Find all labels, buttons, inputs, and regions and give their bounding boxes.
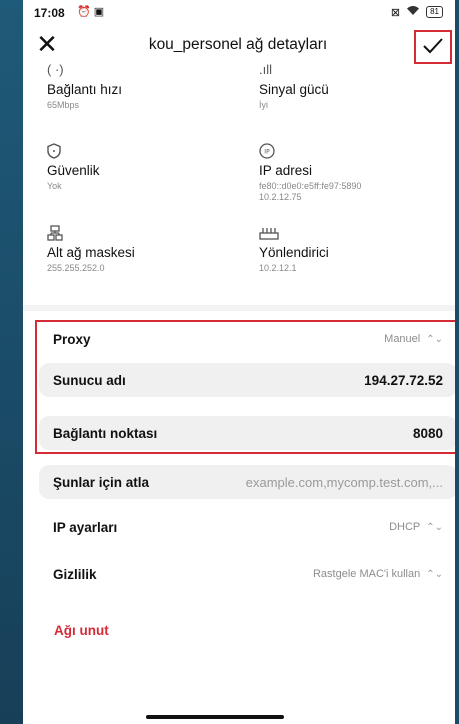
status-right-icons: ⊠ 81: [391, 5, 443, 19]
bypass-placeholder: example.com,mycomp.test.com,...: [245, 474, 443, 490]
top-bar: ✕ kou_personel ağ detayları: [23, 28, 455, 64]
privacy-row[interactable]: Gizlilik Rastgele MAC'i kullan ⌃⌄: [39, 557, 455, 591]
close-button[interactable]: ✕: [31, 28, 63, 62]
port-field[interactable]: Bağlantı noktası 8080: [39, 416, 455, 450]
ipv6-value: fe80::d0e0:e5ff:fe97:5890: [259, 181, 362, 191]
signal-value: İyi: [259, 100, 268, 110]
proxy-label: Proxy: [53, 331, 91, 347]
link-speed-value: 65Mbps: [47, 100, 80, 110]
status-bar: 17:08 ⏰ ▣ ⊠ 81: [23, 0, 455, 26]
server-name-field[interactable]: Sunucu adı 194.27.72.52: [39, 363, 455, 397]
ip-settings-row[interactable]: IP ayarları DHCP ⌃⌄: [39, 510, 455, 544]
svg-text:IP: IP: [264, 149, 270, 156]
forget-network-button[interactable]: Ağı unut: [54, 623, 109, 638]
bypass-field[interactable]: Şunlar için atla example.com,mycomp.test…: [39, 465, 455, 499]
subnet-value: 255.255.252.0: [47, 263, 105, 273]
background-strip-right: [455, 0, 459, 724]
link-speed-label: Bağlantı hızı: [47, 82, 123, 97]
port-value: 8080: [412, 425, 443, 441]
subnet-item: Alt ağ maskesi 255.255.252.0: [47, 225, 135, 274]
chevron-updown-icon: ⌃⌄: [426, 568, 443, 580]
mute-icon: ⊠: [390, 6, 401, 19]
router-label: Yönlendirici: [259, 245, 329, 260]
wifi-icon: [406, 5, 420, 19]
shield-icon: [47, 143, 100, 161]
background-strip-left: [0, 0, 23, 724]
security-label: Güvenlik: [47, 163, 100, 178]
chevron-updown-icon: ⌃⌄: [426, 333, 443, 345]
subnet-label: Alt ağ maskesi: [47, 245, 135, 260]
status-time: 17:08: [34, 6, 65, 20]
port-label: Bağlantı noktası: [53, 425, 158, 441]
signal-label: Sinyal gücü: [259, 82, 329, 97]
ip-settings-label: IP ayarları: [53, 519, 118, 535]
link-speed-icon: ( ·): [47, 62, 64, 77]
signal-item: .ıll Sinyal gücü İyi: [259, 62, 329, 111]
chevron-updown-icon: ⌃⌄: [426, 521, 443, 533]
server-name-value: 194.27.72.52: [364, 372, 443, 388]
home-indicator[interactable]: [146, 715, 284, 719]
router-icon: [259, 225, 329, 243]
section-divider: [23, 305, 455, 311]
subnet-icon: [47, 225, 135, 243]
battery-icon: 81: [426, 6, 443, 18]
security-item: Güvenlik Yok: [47, 143, 100, 192]
privacy-value: Rastgele MAC'i kullan ⌃⌄: [312, 568, 443, 580]
server-name-label: Sunucu adı: [53, 372, 126, 388]
router-value: 10.2.12.1: [259, 263, 297, 273]
page-title: kou_personel ağ detayları: [148, 36, 328, 53]
ip-icon: IP: [259, 143, 361, 161]
alarm-icon: ⏰ ▣: [77, 6, 105, 18]
checkmark-icon: [423, 38, 443, 54]
proxy-value: Manuel ⌃⌄: [384, 333, 443, 345]
save-button[interactable]: [414, 30, 452, 64]
security-value: Yok: [47, 181, 62, 191]
router-item: Yönlendirici 10.2.12.1: [259, 225, 329, 274]
proxy-row[interactable]: Proxy Manuel ⌃⌄: [39, 322, 455, 356]
ip-settings-value: DHCP ⌃⌄: [389, 521, 443, 533]
privacy-label: Gizlilik: [53, 566, 97, 582]
phone-screen: 17:08 ⏰ ▣ ⊠ 81 ✕ kou_personel ağ detayla…: [23, 0, 455, 724]
bypass-label: Şunlar için atla: [53, 474, 150, 490]
close-icon: ✕: [36, 29, 58, 59]
ipv4-value: 10.2.12.75: [259, 192, 302, 202]
ip-address-item: IP IP adresi fe80::d0e0:e5ff:fe97:5890 1…: [259, 143, 361, 203]
link-speed-item: ( ·) Bağlantı hızı 65Mbps: [47, 62, 122, 111]
signal-icon: .ıll: [259, 62, 272, 77]
ip-address-label: IP adresi: [259, 163, 313, 178]
